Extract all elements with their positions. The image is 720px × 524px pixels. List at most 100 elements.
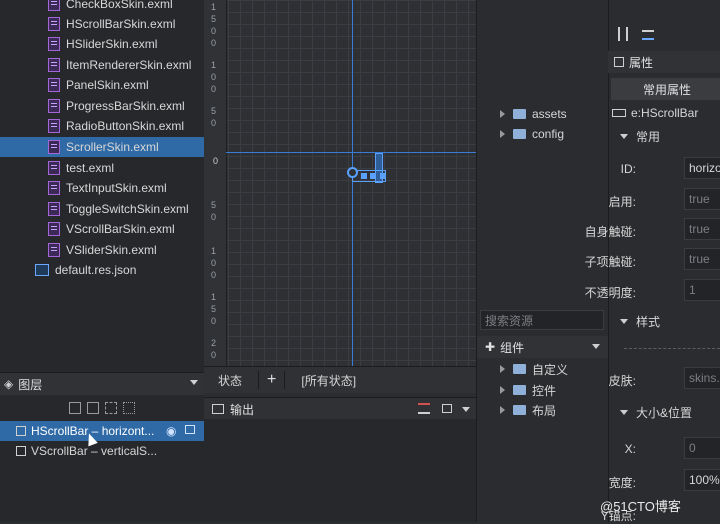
components-panel-header: ✚ 组件 <box>477 336 608 358</box>
file-item[interactable]: RadioButtonSkin.exml <box>0 116 204 136</box>
chevron-right-icon[interactable] <box>500 130 505 138</box>
all-states-tab[interactable]: [所有状态] <box>301 372 356 389</box>
copy-icon[interactable] <box>87 402 99 414</box>
file-item[interactable]: HScrollBarSkin.exml <box>0 14 204 34</box>
width-field[interactable]: 100% <box>684 469 720 491</box>
layer-label: VScrollBar – verticalS... <box>31 444 158 458</box>
resource-folder-assets[interactable]: assets <box>500 105 567 123</box>
exml-file-icon <box>48 0 60 11</box>
file-item[interactable]: default.res.json <box>0 260 204 280</box>
trash-icon[interactable] <box>69 402 81 414</box>
chevron-down-icon[interactable] <box>592 344 600 349</box>
chevron-down-icon[interactable] <box>190 380 198 385</box>
puzzle-icon: ✚ <box>485 340 496 354</box>
resize-handle[interactable] <box>370 173 376 179</box>
resource-folder-config[interactable]: config <box>500 125 564 143</box>
exml-file-icon <box>48 161 60 175</box>
chevron-down-icon[interactable] <box>462 407 470 412</box>
file-item[interactable]: CheckBoxSkin.exml <box>0 0 204 14</box>
layer-item[interactable]: VScrollBar – verticalS... <box>0 441 204 461</box>
component-icon <box>16 426 26 436</box>
file-item[interactable]: VSliderSkin.exml <box>0 240 204 260</box>
anchor-handle[interactable] <box>347 167 358 178</box>
resize-handle[interactable] <box>380 173 386 179</box>
properties-tab[interactable]: 属性 <box>608 51 720 73</box>
section-title: 大小&位置 <box>636 405 693 420</box>
json-file-icon <box>35 264 49 276</box>
ruler-tick-label: 0 <box>211 26 217 36</box>
output-icon <box>212 404 224 414</box>
section-size-position[interactable]: 大小&位置 <box>608 401 720 423</box>
component-folder-custom[interactable]: 自定义 <box>500 360 568 378</box>
ruler-tick-label: 0 <box>211 84 217 94</box>
components-title: 组件 <box>500 340 525 355</box>
file-item-selected[interactable]: ScrollerSkin.exml <box>0 137 204 157</box>
folder-label: 控件 <box>532 383 557 398</box>
exml-file-icon <box>48 243 60 257</box>
collapse-icon[interactable] <box>620 133 628 139</box>
file-item[interactable]: test.exml <box>0 158 204 178</box>
file-item[interactable]: TextInputSkin.exml <box>0 178 204 198</box>
alpha-field[interactable]: 1 <box>684 279 720 301</box>
align-icon[interactable] <box>618 27 628 41</box>
folder-icon <box>513 405 526 415</box>
design-canvas[interactable] <box>204 0 476 366</box>
distribute-icon[interactable] <box>642 30 654 40</box>
ruler-tick-label: 0 <box>211 270 217 280</box>
file-item[interactable]: HSliderSkin.exml <box>0 34 204 54</box>
add-state-button[interactable]: + <box>258 371 286 389</box>
file-tree-empty <box>0 288 204 372</box>
exml-file-icon <box>48 58 60 72</box>
resource-search-input[interactable]: 搜索资源 <box>480 310 604 330</box>
section-style[interactable]: 样式 <box>608 310 720 332</box>
resize-handle[interactable] <box>361 173 367 179</box>
clear-output-icon[interactable] <box>418 403 430 414</box>
layer-item-selected[interactable]: HScrollBar – horizont... ◉ <box>0 421 204 441</box>
component-folder-layout[interactable]: 布局 <box>500 401 556 419</box>
folder-label: 布局 <box>532 403 557 418</box>
id-label: ID: <box>620 162 636 176</box>
ruler-tick-label: 0 <box>211 350 217 360</box>
folder-icon <box>513 364 526 374</box>
collapse-icon[interactable] <box>620 318 628 324</box>
enabled-field[interactable]: true <box>684 188 720 210</box>
ruler-tick-label: 0 <box>211 118 217 128</box>
chevron-right-icon[interactable] <box>500 110 505 118</box>
ungroup-icon[interactable] <box>123 402 135 414</box>
file-item[interactable]: ItemRendererSkin.exml <box>0 55 204 75</box>
folder-label: assets <box>532 107 567 121</box>
horizontal-guide-line[interactable] <box>226 152 476 153</box>
touch-enabled-field[interactable]: true <box>684 218 720 240</box>
element-type-label: e:HScrollBar <box>631 106 699 120</box>
section-common[interactable]: 常用 <box>608 125 720 147</box>
unlock-icon[interactable] <box>185 425 195 434</box>
skin-field[interactable]: skins. <box>684 367 720 389</box>
exml-file-icon <box>48 119 60 133</box>
common-properties-button[interactable]: 常用属性 <box>611 78 720 100</box>
ruler-tick-label: 0 <box>211 212 217 222</box>
file-item[interactable]: ProgressBarSkin.exml <box>0 96 204 116</box>
component-icon <box>16 446 26 456</box>
chevron-right-icon[interactable] <box>500 386 505 394</box>
chevron-right-icon[interactable] <box>500 406 505 414</box>
vertical-guide-line[interactable] <box>352 0 353 366</box>
group-icon[interactable] <box>105 402 117 414</box>
layers-title: 图层 <box>18 377 43 392</box>
file-item[interactable]: ToggleSwitchSkin.exml <box>0 199 204 219</box>
chevron-right-icon[interactable] <box>500 365 505 373</box>
x-field[interactable]: 0 <box>684 437 720 459</box>
folder-icon <box>513 109 526 119</box>
ruler-tick-label: 5 <box>211 200 217 210</box>
file-item[interactable]: VScrollBarSkin.exml <box>0 219 204 239</box>
section-title: 样式 <box>636 314 661 329</box>
component-folder-controls[interactable]: 控件 <box>500 381 556 399</box>
ruler-tick-label: 1 <box>211 246 217 256</box>
collapse-icon[interactable] <box>620 409 628 415</box>
lock-icon[interactable] <box>442 404 452 413</box>
file-item[interactable]: PanelSkin.exml <box>0 75 204 95</box>
touch-children-field[interactable]: true <box>684 248 720 270</box>
layers-icon: ◈ <box>4 377 14 391</box>
eye-icon[interactable]: ◉ <box>166 424 176 438</box>
search-placeholder: 搜索资源 <box>485 313 534 328</box>
id-field[interactable]: horizontal <box>684 157 720 179</box>
